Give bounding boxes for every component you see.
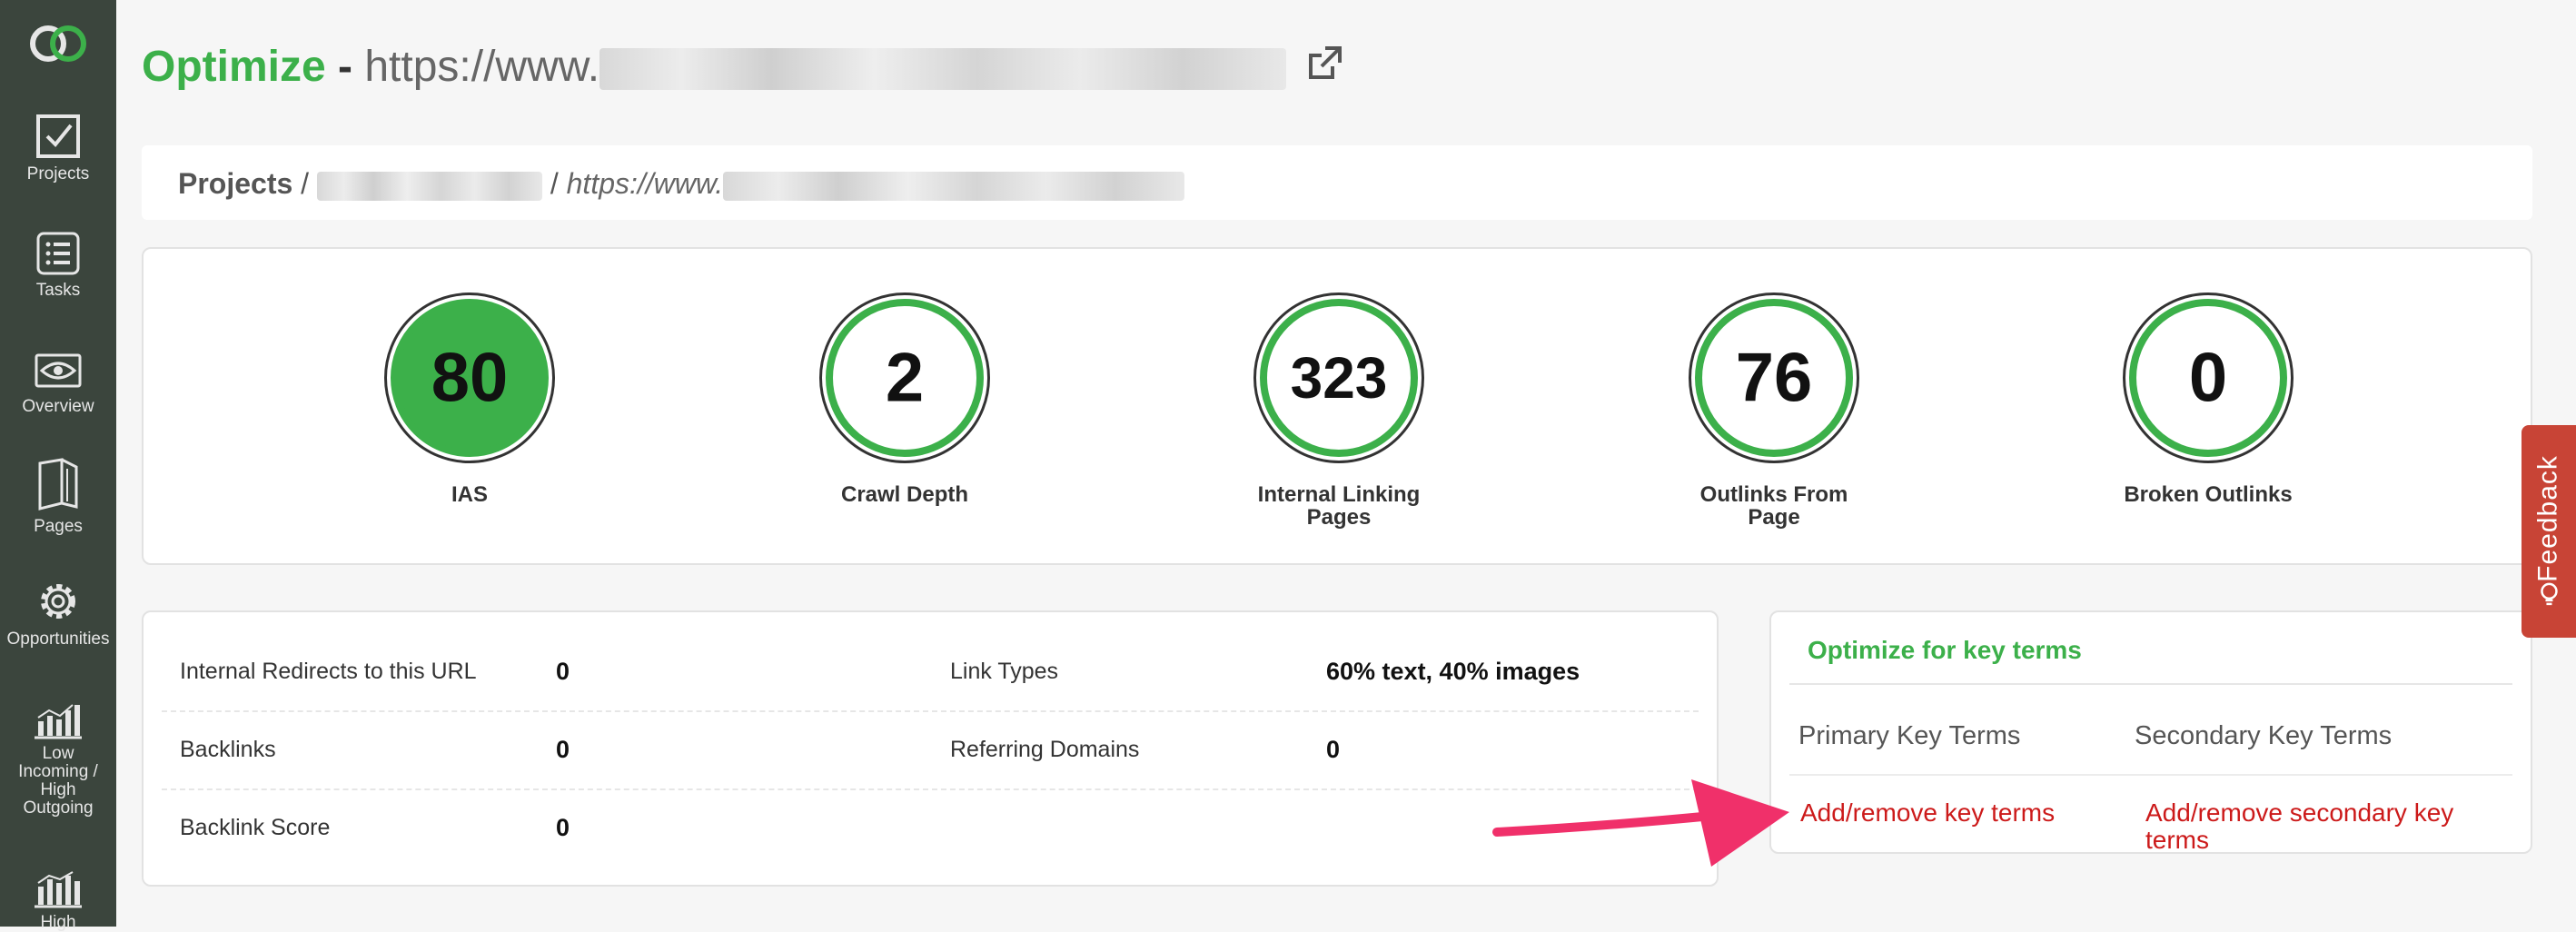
- metric-value: 76: [1735, 339, 1813, 417]
- bar-chart-icon: [35, 871, 82, 908]
- sidebar-item-label: Projects: [26, 164, 90, 183]
- sidebar-item-label: Tasks: [35, 281, 81, 300]
- stat-label-backlinks: Backlinks: [180, 737, 276, 762]
- key-terms-title: Optimize for key terms: [1808, 636, 2082, 664]
- sidebar-item-low-incoming-high-outgoing[interactable]: Low Incoming / High Outgoing: [0, 701, 116, 818]
- stat-value-referring-domains: 0: [1326, 736, 1341, 763]
- divider: [1789, 774, 2512, 776]
- metric-ring: 2: [819, 292, 990, 463]
- metric-value: 323: [1290, 345, 1388, 411]
- metric-value: 80: [431, 339, 509, 417]
- sidebar-item-tasks[interactable]: Tasks: [0, 231, 116, 300]
- gear-icon: [41, 584, 75, 619]
- metric-ring: 80: [384, 292, 555, 463]
- check-square-icon: [36, 114, 80, 158]
- breadcrumb: Projects / / https://www.: [178, 165, 1185, 202]
- sidebar-item-label: Pages: [34, 517, 83, 536]
- stats-row: Internal Redirects to this URL 0 Link Ty…: [162, 632, 1699, 712]
- redacted-project-blur[interactable]: [316, 171, 542, 201]
- stats-row: Backlinks 0 Referring Domains 0: [162, 710, 1699, 790]
- divider: [1789, 683, 2512, 685]
- breadcrumb-bar: Projects / / https://www.: [142, 145, 2532, 220]
- sidebar-item-projects[interactable]: Projects: [0, 113, 116, 183]
- add-remove-secondary-key-terms-link[interactable]: Add/remove secondary key terms: [2145, 799, 2509, 854]
- page-title: Optimize - https://www.: [142, 40, 1343, 96]
- metric-internal-linking-pages: 323 Internal Linking Pages: [1203, 292, 1475, 529]
- breadcrumb-projects[interactable]: Projects: [178, 167, 292, 200]
- stat-label-link-types: Link Types: [950, 659, 1059, 684]
- metric-label: Outlinks From Page: [1699, 482, 1848, 530]
- metric-label: Internal Linking Pages: [1257, 482, 1421, 530]
- metric-ring: 0: [2123, 292, 2294, 463]
- feedback-tab[interactable]: Feedback: [2522, 425, 2576, 638]
- redacted-url-blur: [599, 48, 1287, 91]
- sidebar-item-label: Opportunities: [6, 630, 110, 649]
- metric-ring: 323: [1253, 292, 1424, 463]
- redacted-url-blur: [723, 171, 1185, 201]
- stat-value-internal-redirects: 0: [556, 658, 570, 685]
- secondary-key-terms-header: Secondary Key Terms: [2135, 721, 2393, 750]
- stat-value-backlinks: 0: [556, 736, 570, 763]
- sidebar-item-label: Low Incoming / High Outgoing: [18, 744, 98, 818]
- app-logo-icon[interactable]: [24, 18, 93, 69]
- breadcrumb-separator: /: [301, 167, 310, 200]
- feedback-text: Feedback: [2532, 455, 2563, 582]
- metric-ring: 76: [1689, 292, 1859, 463]
- metric-broken-outlinks: 0 Broken Outlinks: [2072, 292, 2344, 506]
- breadcrumb-current-url: https://www.: [566, 167, 724, 200]
- metric-value: 0: [2188, 339, 2228, 417]
- metric-ias: 80 IAS: [333, 292, 606, 506]
- page-title-separator: -: [338, 43, 353, 91]
- list-icon: [36, 232, 80, 275]
- sidebar-item-high[interactable]: High: [0, 870, 116, 932]
- bar-chart-icon: [35, 704, 82, 739]
- stat-value-backlink-score: 0: [556, 814, 570, 841]
- metric-outlinks-from-page: 76 Outlinks From Page: [1638, 292, 1910, 529]
- metric-crawl-depth: 2 Crawl Depth: [768, 292, 1041, 506]
- stats-card: Internal Redirects to this URL 0 Link Ty…: [142, 610, 1719, 887]
- stat-label-internal-redirects: Internal Redirects to this URL: [180, 659, 477, 684]
- stat-label-referring-domains: Referring Domains: [950, 737, 1140, 762]
- add-remove-key-terms-link[interactable]: Add/remove key terms: [1800, 799, 2109, 827]
- eye-icon: [35, 353, 82, 388]
- metric-value: 2: [885, 339, 925, 417]
- stat-value-link-types: 60% text, 40% images: [1326, 658, 1580, 685]
- sidebar: Projects Tasks Overview Pages Opportunit…: [0, 0, 116, 932]
- sidebar-item-pages[interactable]: Pages: [0, 458, 116, 536]
- sidebar-item-overview[interactable]: Overview: [0, 352, 116, 416]
- page-title-brand: Optimize: [142, 43, 326, 91]
- external-link-icon[interactable]: [1305, 42, 1343, 96]
- stats-row: Backlink Score 0: [162, 788, 1699, 867]
- breadcrumb-separator: /: [550, 167, 559, 200]
- annotation-arrow-icon: [1492, 779, 1789, 867]
- sidebar-item-label: High: [40, 913, 76, 932]
- metrics-card: 80 IAS 2 Crawl Depth 323 Internal Linkin…: [142, 247, 2532, 565]
- metric-label: Crawl Depth: [840, 482, 968, 507]
- sidebar-item-opportunities[interactable]: Opportunities: [0, 578, 116, 649]
- metric-label: IAS: [451, 482, 488, 507]
- pages-icon: [38, 458, 78, 511]
- metric-label: Broken Outlinks: [2124, 482, 2293, 507]
- stat-label-backlink-score: Backlink Score: [180, 815, 331, 840]
- page-title-url: https://www.: [364, 43, 600, 91]
- key-terms-card: Optimize for key terms Primary Key Terms…: [1769, 610, 2532, 854]
- primary-key-terms-header: Primary Key Terms: [1798, 721, 2021, 750]
- lightbulb-icon: [2540, 582, 2560, 613]
- sidebar-item-label: Overview: [22, 397, 94, 416]
- feedback-label: Feedback: [2532, 455, 2564, 608]
